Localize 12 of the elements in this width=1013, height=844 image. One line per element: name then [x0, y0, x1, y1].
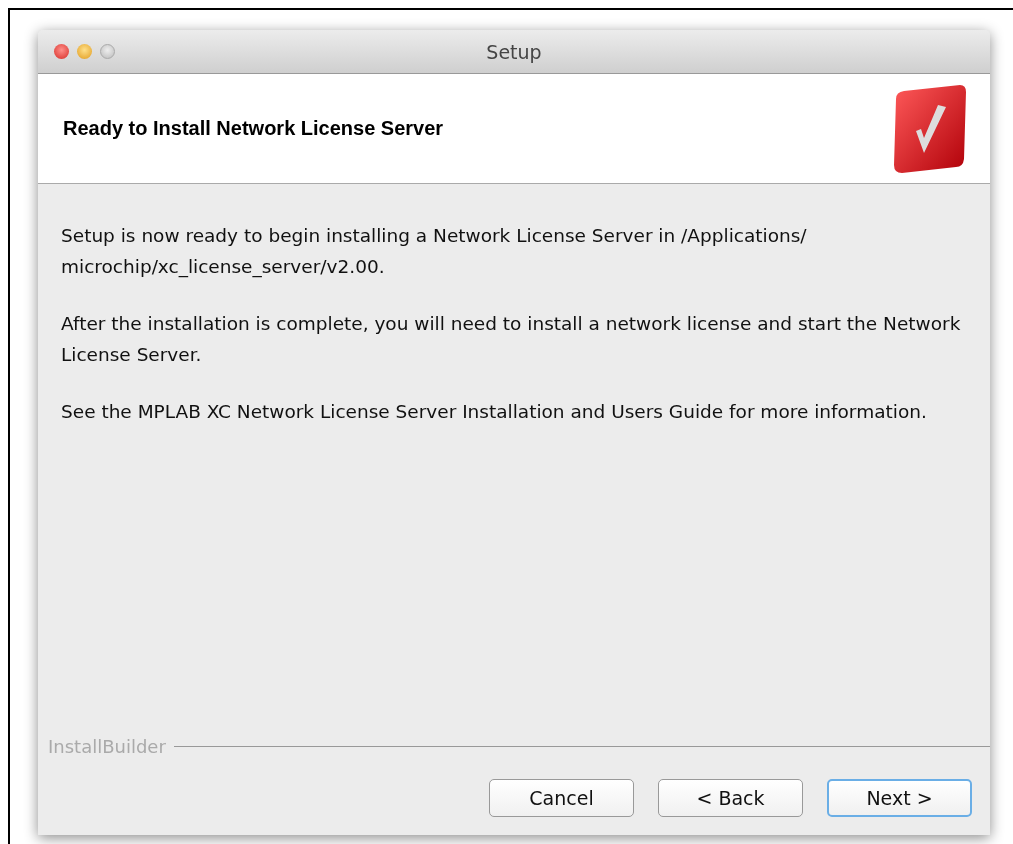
dialog-button[interactable]: Cancel: [489, 779, 634, 817]
window-title: Setup: [486, 40, 542, 63]
body-paragraph: Setup is now ready to begin installing a Network License Server in /Applications/ microchip/xc_license_server/v2.00.: [61, 224, 808, 280]
page-heading: Ready to Install Network License Server: [63, 117, 444, 140]
close-icon[interactable]: [54, 44, 69, 59]
zoom-icon[interactable]: [100, 44, 115, 59]
dialog-button[interactable]: < Back: [658, 779, 803, 817]
body-paragraph: After the installation is complete, you will need to install a network license and start the Network License Server.: [61, 312, 962, 367]
minimize-icon[interactable]: [77, 44, 92, 59]
dialog-button[interactable]: Next >: [827, 779, 972, 817]
body-paragraph: See the MPLAB XC Network License Server Installation and Users Guide for more information.: [61, 400, 928, 424]
brand-label: InstallBuilder: [48, 736, 166, 757]
